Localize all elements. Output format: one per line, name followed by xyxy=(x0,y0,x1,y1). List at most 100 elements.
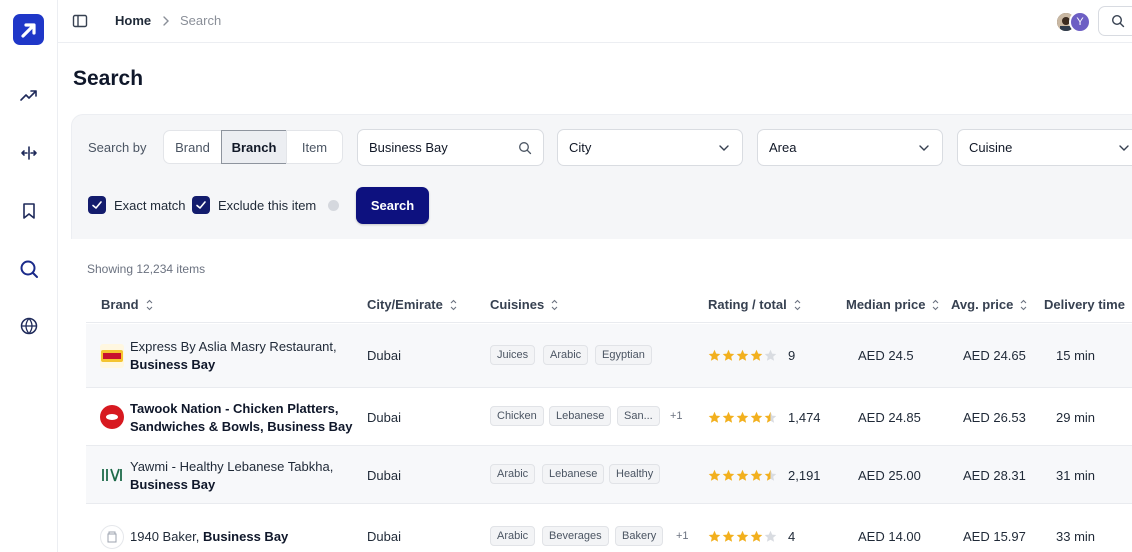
brand-logo xyxy=(100,525,124,549)
brand-name[interactable]: Express By Aslia Masry Restaurant, Busine… xyxy=(130,338,355,374)
cuisine-tag: Chicken xyxy=(490,406,544,426)
column-header-median-price[interactable]: Median price xyxy=(846,297,940,312)
exclude-item-checkbox[interactable]: Exclude this item xyxy=(192,196,340,214)
brand-logo xyxy=(100,405,124,429)
brand-name[interactable]: Tawook Nation - Chicken Platters, Sandwic… xyxy=(130,400,355,436)
rating-total: 1,474 xyxy=(788,410,821,425)
city-select[interactable]: City xyxy=(557,129,743,166)
column-header-brand[interactable]: Brand xyxy=(101,297,154,312)
user-avatar[interactable]: Y xyxy=(1069,11,1091,33)
city-cell: Dubai xyxy=(367,468,401,483)
exact-match-checkbox[interactable]: Exact match xyxy=(88,196,186,214)
column-header-avg-price[interactable]: Avg. price xyxy=(951,297,1028,312)
brand-logo xyxy=(100,463,124,487)
sidebar-toggle-icon[interactable] xyxy=(72,13,88,29)
chevron-down-icon xyxy=(1119,145,1129,151)
chevron-right-icon xyxy=(161,14,171,28)
avatar-initial: Y xyxy=(1076,16,1084,28)
cuisine-tag: Egyptian xyxy=(595,345,652,365)
checkbox-checked-icon[interactable] xyxy=(88,196,106,214)
rating-stars xyxy=(708,530,777,543)
sort-icon xyxy=(551,299,558,310)
city-select-label: City xyxy=(569,140,592,155)
more-tags[interactable]: +1 xyxy=(676,530,689,542)
star-icon xyxy=(722,469,735,481)
avg-price: AED 28.31 xyxy=(963,468,1026,483)
table-row[interactable]: Tawook Nation - Chicken Platters, Sandwic… xyxy=(86,388,1132,446)
star-icon xyxy=(736,530,749,542)
star-icon xyxy=(722,349,735,361)
star-icon xyxy=(764,530,777,542)
star-icon xyxy=(750,349,763,361)
page-title: Search xyxy=(73,67,144,90)
star-icon xyxy=(708,469,721,481)
cuisine-select[interactable]: Cuisine xyxy=(957,129,1132,166)
cuisine-tag: Arabic xyxy=(490,526,536,546)
checkbox-checked-icon[interactable] xyxy=(192,196,210,214)
segment-item[interactable]: Item xyxy=(286,130,343,164)
city-cell: Dubai xyxy=(367,410,401,425)
column-header-cuisines[interactable]: Cuisines xyxy=(490,297,559,312)
exact-match-label: Exact match xyxy=(114,197,186,213)
table-row[interactable]: Express By Aslia Masry Restaurant, Busine… xyxy=(86,324,1132,388)
star-icon xyxy=(750,411,763,423)
more-tags[interactable]: +1 xyxy=(670,410,683,422)
area-select[interactable]: Area xyxy=(757,129,943,166)
table-row[interactable]: Yawmi - Healthy Lebanese Tabkha, Business… xyxy=(86,446,1132,504)
globe-icon[interactable] xyxy=(17,314,41,338)
median-price: AED 24.5 xyxy=(858,348,914,363)
cuisine-tag: Bakery xyxy=(615,526,664,546)
search-nav-icon[interactable] xyxy=(17,257,41,281)
star-icon xyxy=(736,349,749,361)
table-row[interactable]: 1940 Baker, Business Bay Dubai Arabic Be… xyxy=(86,504,1132,552)
rating-total: 2,191 xyxy=(788,468,821,483)
sort-icon xyxy=(794,299,801,310)
city-cell: Dubai xyxy=(367,348,401,363)
chevron-down-icon xyxy=(719,145,729,151)
cuisine-tag: Beverages xyxy=(542,526,609,546)
column-header-city[interactable]: City/Emirate xyxy=(367,297,458,312)
brand-logo xyxy=(100,344,124,368)
star-icon xyxy=(708,411,721,423)
column-header-rating[interactable]: Rating / total xyxy=(708,297,802,312)
sidebar xyxy=(0,0,58,552)
cuisine-tag: Lebanese xyxy=(549,406,612,426)
rating-total: 4 xyxy=(788,529,796,544)
star-icon xyxy=(722,530,735,542)
star-icon xyxy=(764,469,777,481)
star-icon xyxy=(750,530,763,542)
app-logo[interactable] xyxy=(13,14,44,45)
cuisine-tag: Lebanese xyxy=(542,464,605,484)
global-search-button[interactable] xyxy=(1098,6,1132,36)
cuisine-tag: Arabic xyxy=(543,345,589,365)
info-icon[interactable] xyxy=(328,199,340,211)
segment-branch[interactable]: Branch xyxy=(221,130,287,164)
median-price: AED 24.85 xyxy=(858,410,921,425)
sort-icon xyxy=(933,299,939,310)
bookmark-icon[interactable] xyxy=(17,199,41,223)
trending-icon[interactable] xyxy=(17,84,41,108)
breadcrumb-home[interactable]: Home xyxy=(115,13,151,28)
delivery-time: 33 min xyxy=(1056,529,1096,544)
star-icon xyxy=(722,411,735,423)
star-icon xyxy=(708,349,721,361)
search-button[interactable]: Search xyxy=(356,187,429,224)
sort-icon xyxy=(146,299,152,310)
search-input[interactable]: Business Bay xyxy=(357,129,544,166)
brand-name[interactable]: Yawmi - Healthy Lebanese Tabkha, Business… xyxy=(130,458,355,494)
median-price: AED 14.00 xyxy=(858,529,921,544)
cuisine-tag: San... xyxy=(617,406,660,426)
cuisine-tag: Arabic xyxy=(490,464,536,484)
star-icon xyxy=(750,469,763,481)
avg-price: AED 26.53 xyxy=(963,410,1026,425)
exclude-item-label: Exclude this item xyxy=(218,197,317,213)
sort-icon xyxy=(450,299,457,310)
segment-brand[interactable]: Brand xyxy=(163,130,222,164)
star-icon xyxy=(708,530,721,542)
star-icon xyxy=(764,411,777,423)
star-icon xyxy=(736,469,749,481)
compare-icon[interactable] xyxy=(17,141,41,165)
rating-stars xyxy=(708,349,777,362)
column-header-delivery-time[interactable]: Delivery time xyxy=(1044,297,1125,312)
table-header: Brand City/Emirate Cuisines Rating / tot… xyxy=(86,287,1132,323)
